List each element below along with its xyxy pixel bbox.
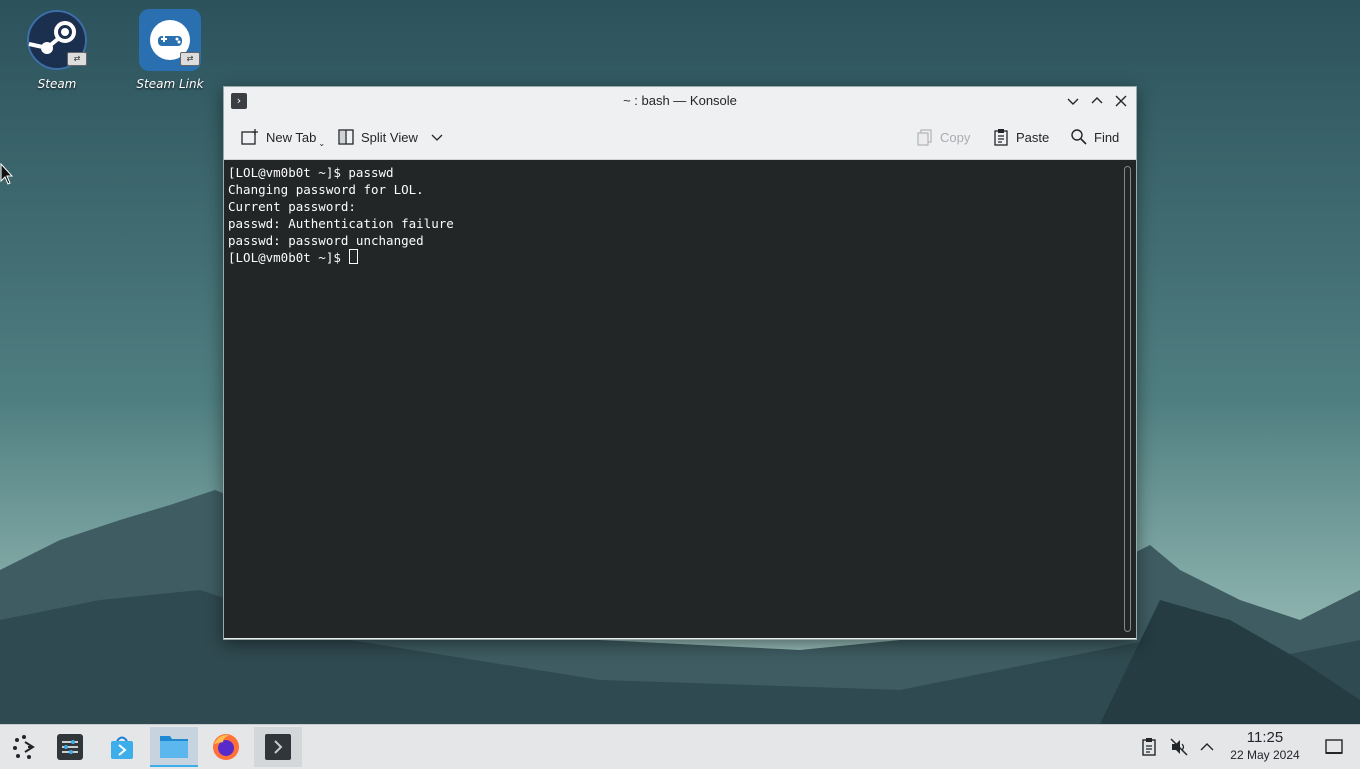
main-toolbar: New Tab ⌄ Split View Copy Paste Find xyxy=(224,115,1136,160)
system-settings-icon xyxy=(57,734,83,760)
maximize-button[interactable] xyxy=(1088,92,1106,110)
steam-link-icon: ⇄ xyxy=(138,8,202,72)
discover-store-icon xyxy=(111,736,133,759)
desktop-icon-steam-link[interactable]: ⇄ Steam Link xyxy=(120,8,220,91)
konsole-taskbar-button[interactable] xyxy=(254,727,302,767)
search-icon xyxy=(1071,129,1087,145)
desktop-icon-label: Steam Link xyxy=(136,77,204,91)
firefox-icon xyxy=(213,734,239,760)
steam-icon: ⇄ xyxy=(25,8,89,72)
terminal-line: [LOL@vm0b0t ~]$ passwd xyxy=(228,165,394,180)
show-hidden-icons-chevron-up-icon[interactable] xyxy=(1197,737,1217,757)
clock-date[interactable]: 22 May 2024 xyxy=(1222,748,1308,762)
clock-time[interactable]: 11:25 xyxy=(1226,729,1304,746)
new-tab-button[interactable]: New Tab ⌄ xyxy=(240,123,325,151)
minimize-button[interactable] xyxy=(1064,92,1082,110)
terminal-line: passwd: Authentication failure xyxy=(228,216,454,231)
split-view-icon xyxy=(338,129,354,145)
clipboard-icon[interactable] xyxy=(1139,737,1159,757)
terminal-prompt: [LOL@vm0b0t ~]$ xyxy=(228,250,349,265)
copy-icon xyxy=(917,129,932,146)
dolphin-file-manager-icon xyxy=(160,736,188,758)
close-button[interactable] xyxy=(1112,92,1130,110)
link-badge-icon: ⇄ xyxy=(180,52,200,66)
text-cursor xyxy=(349,249,359,264)
find-button[interactable]: Find xyxy=(1070,123,1119,151)
application-launcher-button[interactable] xyxy=(0,727,48,767)
terminal-area[interactable]: [LOL@vm0b0t ~]$ passwd Changing password… xyxy=(224,160,1120,638)
new-tab-label: New Tab xyxy=(266,129,317,145)
show-desktop-icon[interactable] xyxy=(1324,737,1344,757)
mouse-cursor-icon xyxy=(0,163,14,185)
desktop-icon-label: Steam xyxy=(37,77,77,91)
paste-button[interactable]: Paste xyxy=(992,123,1049,151)
copy-button[interactable]: Copy xyxy=(916,123,970,151)
terminal-line: Current password: xyxy=(228,199,356,214)
discover-store-button[interactable] xyxy=(98,727,146,767)
link-badge-icon: ⇄ xyxy=(67,52,87,66)
split-view-button[interactable]: Split View xyxy=(337,123,450,151)
new-tab-icon xyxy=(241,129,258,145)
split-view-label: Split View xyxy=(361,129,418,145)
application-launcher-icon xyxy=(13,735,35,759)
firefox-button[interactable] xyxy=(202,727,250,767)
terminal-line: Changing password for LOL. xyxy=(228,182,424,197)
window-title: ~ : bash — Konsole xyxy=(623,93,737,108)
konsole-icon xyxy=(265,734,291,760)
terminal-scrollbar[interactable] xyxy=(1120,160,1136,638)
copy-label: Copy xyxy=(940,129,971,145)
paste-label: Paste xyxy=(1016,129,1050,145)
dropdown-indicator-icon: ⌄ xyxy=(318,138,326,148)
terminal-prompt-line: [LOL@vm0b0t ~]$ xyxy=(228,249,1120,266)
window-titlebar[interactable]: › ~ : bash — Konsole xyxy=(224,87,1136,115)
system-settings-button[interactable] xyxy=(46,727,94,767)
paste-icon xyxy=(994,129,1008,146)
konsole-window[interactable]: › ~ : bash — Konsole New Tab ⌄ Split Vie… xyxy=(223,86,1137,640)
taskbar: 11:25 22 May 2024 xyxy=(0,724,1360,769)
chevron-down-icon[interactable] xyxy=(430,130,444,144)
terminal-line: passwd: password unchanged xyxy=(228,233,424,248)
scrollbar-thumb[interactable] xyxy=(1124,166,1131,632)
volume-muted-icon[interactable] xyxy=(1169,737,1189,757)
find-label: Find xyxy=(1094,129,1120,145)
desktop-icon-steam[interactable]: ⇄ Steam xyxy=(7,8,107,91)
dolphin-file-manager-button[interactable] xyxy=(150,727,198,767)
